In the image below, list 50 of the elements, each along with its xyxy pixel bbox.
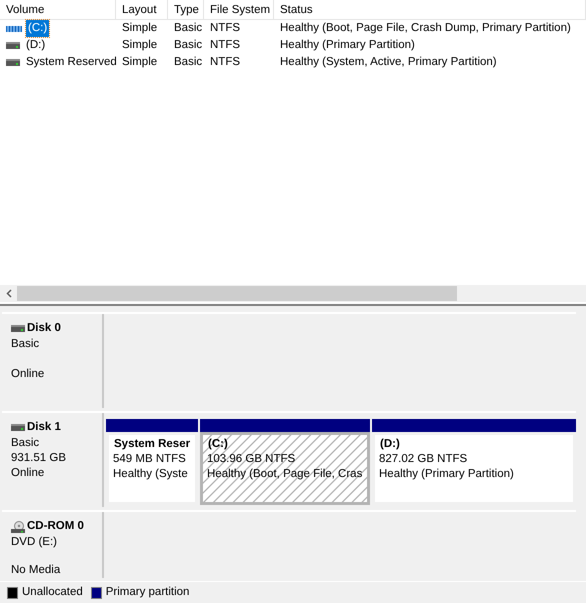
disk-type: Basic — [11, 337, 40, 352]
disk-status: No Media — [11, 563, 62, 578]
table-cell-text: NTFS — [210, 38, 240, 53]
disk-type: Basic — [11, 436, 40, 452]
table-cell-text: Basic — [174, 38, 202, 53]
partition-name: System Reser — [113, 437, 191, 452]
table-cell[interactable]: System Reserved — [24, 54, 119, 72]
optical-drive-icon — [11, 520, 25, 533]
table-cell-text: Healthy (Primary Partition) — [280, 38, 415, 53]
table-cell-text: NTFS — [210, 54, 240, 70]
table-cell-text: Simple — [122, 38, 158, 53]
legend-label: Unallocated — [22, 584, 83, 600]
disk-name: CD-ROM 0 — [27, 519, 84, 534]
drive-icon — [6, 42, 20, 49]
table-cell-text: Simple — [122, 20, 158, 36]
table-cell-text: Basic — [174, 20, 202, 36]
table-cell[interactable]: (D:) — [24, 36, 48, 54]
drive-icon — [11, 325, 25, 332]
column-header[interactable]: Status — [274, 0, 586, 19]
drive-icon — [6, 59, 20, 66]
disk-size: 931.51 GB — [11, 451, 67, 466]
table-cell-text: Simple — [122, 54, 158, 70]
table-cell-text: Healthy (Boot, Page File, Crash Dump, Primary Partition) — [280, 20, 571, 36]
scrollbar-thumb[interactable] — [17, 286, 457, 301]
drive-icon — [11, 424, 25, 432]
partition-name: (C:) — [207, 437, 229, 452]
partition-name: (D:) — [379, 437, 401, 452]
disk-name: Disk 0 — [27, 321, 61, 336]
table-cell[interactable]: (C:) — [26, 20, 50, 38]
partition-size: 103.96 GB NTFS — [207, 452, 296, 467]
column-header[interactable]: Type — [168, 0, 204, 19]
disk-type: DVD (E:) — [11, 535, 58, 550]
table-cell-text: Healthy (System, Active, Primary Partition) — [280, 54, 497, 70]
partition-status: Healthy (Boot, Page File, Cras — [207, 467, 363, 482]
disk-name: Disk 1 — [27, 420, 61, 435]
partition-status: Healthy (Primary Partition) — [379, 467, 515, 482]
disk-status: Online — [11, 466, 46, 482]
column-header[interactable]: Layout — [116, 0, 168, 19]
partition-size: 549 MB NTFS — [113, 452, 187, 467]
volume-icon — [6, 24, 22, 32]
disk-info-panel[interactable]: Disk 0 Basic Online — [2, 314, 104, 408]
table-cell-text: Basic — [174, 54, 202, 70]
legend-label: Primary partition — [106, 584, 190, 600]
disk-info-panel[interactable]: CD-ROM 0 DVD (E:) No Media — [2, 512, 104, 578]
table-cell-text: NTFS — [210, 20, 240, 36]
partition-size: 827.02 GB NTFS — [379, 452, 468, 467]
disk-status: Online — [11, 367, 46, 382]
partition-status: Healthy (Syste — [113, 467, 189, 482]
column-header[interactable]: File System — [204, 0, 274, 19]
disk-info-panel[interactable]: Disk 1 Basic 931.51 GB Online — [2, 413, 104, 507]
